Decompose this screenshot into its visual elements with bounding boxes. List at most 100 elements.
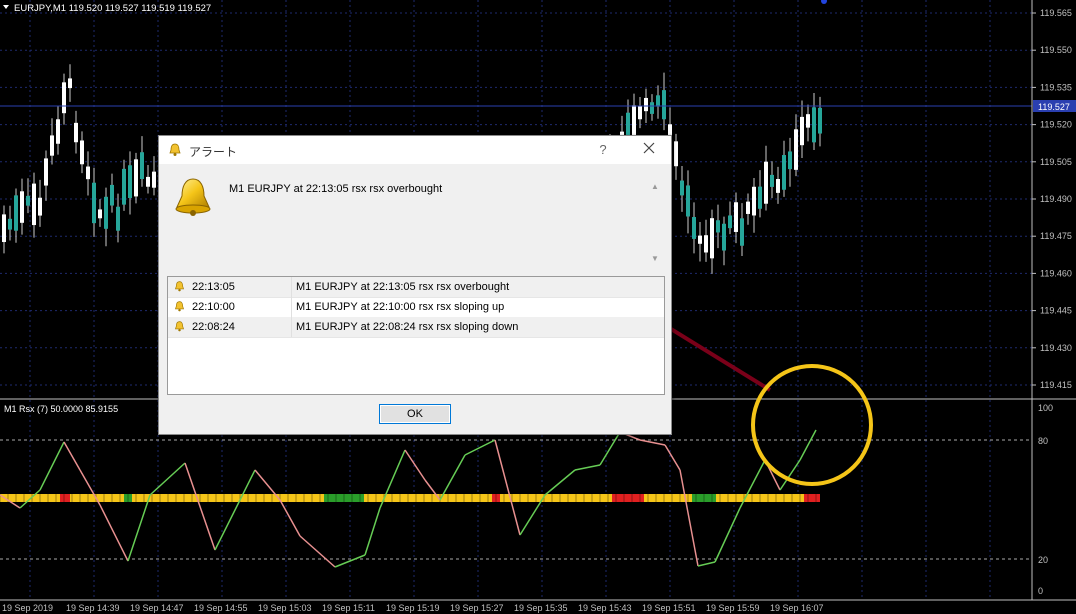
rsx-segment	[679, 469, 699, 567]
price-label: 119.445	[1040, 306, 1072, 316]
price-label: 119.520	[1040, 120, 1072, 130]
rsx-segment	[639, 439, 666, 446]
alert-time: 22:08:24	[192, 321, 235, 333]
rsx-segment	[494, 439, 521, 536]
candle-body	[728, 215, 732, 229]
price-label: 119.565	[1040, 8, 1072, 18]
rsx-segment	[464, 439, 496, 456]
candle-body	[806, 114, 810, 128]
state-bar-segment	[132, 494, 324, 502]
candle-body	[74, 122, 78, 143]
candle-body	[812, 107, 816, 143]
time-label: 19 Sep 16:07	[770, 603, 824, 613]
close-button[interactable]	[637, 140, 661, 160]
candle-body	[662, 90, 666, 120]
state-bar-segment	[60, 494, 70, 502]
blue-marker-dot	[821, 0, 827, 4]
alert-message-area: M1 EURJPY at 22:13:05 rsx rsx overbought	[223, 180, 653, 264]
indicator-label: M1 Rsx (7) 50.0000 85.9155	[4, 404, 118, 414]
candle-body	[38, 197, 42, 216]
time-label: 19 Sep 15:35	[514, 603, 568, 613]
alert-time: 22:10:00	[192, 301, 235, 313]
scroll-down-arrow-icon[interactable]: ▼	[649, 254, 661, 266]
candle-body	[722, 223, 726, 251]
candle-body	[674, 141, 678, 167]
column-separator	[291, 277, 292, 297]
rsx-segment	[149, 462, 186, 496]
time-label: 19 Sep 14:47	[130, 603, 184, 613]
price-label: 119.430	[1040, 343, 1072, 353]
candle-body	[770, 174, 774, 187]
alert-dialog[interactable]: アラート ? M1 EURJPY at 22:13:05 rsx rsx ove…	[158, 135, 672, 435]
dialog-title: アラート	[189, 145, 238, 159]
alert-history-list[interactable]: 22:13:05 M1 EURJPY at 22:13:05 rsx rsx o…	[167, 276, 665, 395]
list-item[interactable]: 22:10:00 M1 EURJPY at 22:10:00 rsx rsx s…	[168, 297, 664, 318]
chart-menu-triangle-icon[interactable]	[3, 5, 9, 9]
candle-body	[14, 195, 18, 231]
time-label: 19 Sep 15:27	[450, 603, 504, 613]
list-item[interactable]: 22:08:24 M1 EURJPY at 22:08:24 rsx rsx s…	[168, 317, 664, 338]
alert-text: M1 EURJPY at 22:13:05 rsx rsx overbought	[296, 281, 510, 293]
candle-body	[8, 218, 12, 230]
candle-body	[818, 107, 822, 134]
time-label: 19 Sep 14:55	[194, 603, 248, 613]
price-label: 119.550	[1040, 45, 1072, 55]
candle-body	[122, 168, 126, 205]
rsx-segment	[599, 431, 621, 466]
list-item[interactable]: 22:13:05 M1 EURJPY at 22:13:05 rsx rsx o…	[168, 277, 664, 298]
rsx-segment	[184, 462, 216, 551]
candle-body	[698, 235, 702, 244]
candle-body	[2, 214, 6, 243]
scroll-up-arrow-icon[interactable]: ▲	[649, 182, 661, 194]
indicator-level-label: 0	[1038, 586, 1043, 596]
rsx-segment	[63, 441, 81, 471]
candle-body	[800, 116, 804, 146]
candle-body	[110, 184, 114, 206]
candle-body	[68, 78, 72, 89]
candle-body	[716, 220, 720, 233]
rsx-segment	[544, 469, 576, 496]
alert-bell-icon	[175, 178, 211, 216]
help-button[interactable]: ?	[591, 140, 615, 160]
candle-body	[746, 201, 750, 214]
indicator-level-label: 100	[1038, 403, 1053, 413]
candle-body	[692, 217, 696, 239]
time-label: 19 Sep 15:51	[642, 603, 696, 613]
candle-body	[56, 119, 60, 144]
state-bar-segment	[804, 494, 820, 502]
candle-body	[638, 106, 642, 120]
time-label: 19 Sep 2019	[2, 603, 53, 613]
current-price-label: 119.527	[1038, 102, 1070, 112]
alert-time: 22:13:05	[192, 281, 235, 293]
candle-body	[782, 155, 786, 190]
price-label: 119.460	[1040, 268, 1072, 278]
close-icon	[643, 142, 655, 154]
candle-body	[62, 82, 66, 114]
rsx-segment	[127, 494, 151, 562]
candle-body	[650, 102, 654, 114]
candle-body	[50, 135, 54, 156]
rsx-state-bar	[0, 494, 820, 502]
rsx-segment	[664, 444, 681, 471]
state-bar-segment	[500, 494, 612, 502]
candle-body	[128, 165, 132, 199]
time-label: 19 Sep 15:19	[386, 603, 440, 613]
candle-body	[752, 186, 756, 216]
time-label: 19 Sep 15:59	[706, 603, 760, 613]
dialog-titlebar[interactable]: アラート ?	[159, 136, 671, 164]
message-scrollbar[interactable]: ▲ ▼	[649, 182, 661, 266]
rsx-segment	[99, 504, 129, 562]
candle-body	[740, 218, 744, 246]
price-label: 119.490	[1040, 194, 1072, 204]
candle-body	[764, 161, 768, 204]
candle-body	[140, 152, 144, 180]
candle-body	[704, 235, 708, 253]
candle-body	[758, 186, 762, 209]
ok-button[interactable]: OK	[379, 404, 451, 424]
candle-body	[710, 218, 714, 259]
rsx-segment	[364, 507, 381, 556]
candle-body	[146, 176, 150, 187]
candle-body	[656, 95, 660, 107]
candle-body	[134, 159, 138, 197]
annotation-circle	[751, 364, 873, 486]
